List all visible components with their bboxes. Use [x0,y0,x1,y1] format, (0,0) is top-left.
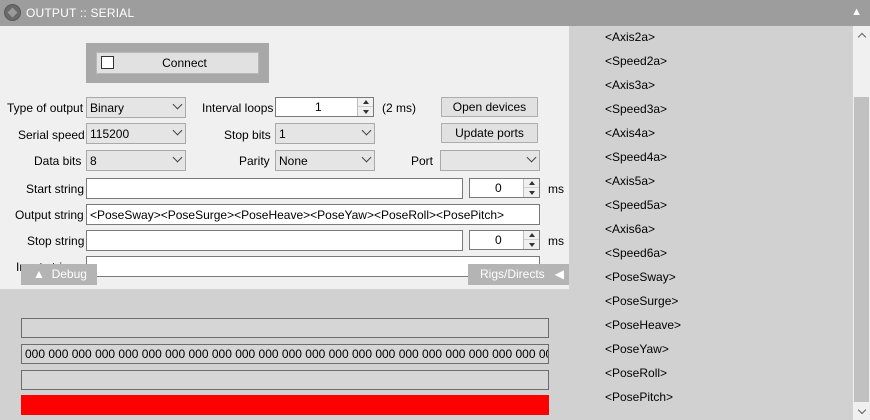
triangle-left-icon: ◀ [554,267,564,281]
vertical-scrollbar[interactable] [853,26,870,420]
interval-loops-stepper[interactable]: 1 [275,97,374,117]
scroll-down-icon[interactable] [853,403,870,420]
start-string-input[interactable] [86,178,463,199]
connect-button[interactable]: Connect [96,52,259,74]
interval-loops-value: 1 [315,100,322,114]
stop-delay-unit: ms [548,234,564,248]
scroll-up-icon[interactable] [853,26,870,43]
increment-icon[interactable] [524,231,539,240]
chevron-down-icon [172,99,183,110]
parity-select[interactable]: None [275,150,375,171]
connect-frame: Connect [86,43,269,83]
list-item[interactable]: <Speed2a> [605,54,667,68]
decrement-icon[interactable] [358,107,373,116]
port-label: Port [411,154,434,168]
type-of-output-label: Type of output [7,101,84,115]
chevron-down-icon [361,125,372,136]
increment-icon[interactable] [524,179,539,188]
tab-debug-label: Debug [51,267,87,281]
start-delay-unit: ms [548,182,564,196]
type-of-output-value: Binary [90,101,125,115]
list-item[interactable]: <PoseSurge> [605,294,678,308]
stop-bits-select[interactable]: 1 [275,123,375,144]
list-item[interactable]: <Speed6a> [605,246,667,260]
list-item[interactable]: <Speed5a> [605,198,667,212]
title-bar: OUTPUT :: SERIAL ▲ [0,0,870,26]
parity-label: Parity [239,154,270,168]
chevron-down-icon [526,152,537,163]
tab-debug[interactable]: ▲ Debug [21,264,97,285]
chevron-down-icon [361,152,372,163]
triangle-up-icon: ▲ [33,267,45,281]
start-string-label: Start string [26,182,85,196]
data-bits-select[interactable]: 8 [86,150,186,171]
stepper-buttons [523,179,539,197]
serial-settings-panel: Connect Type of output Binary Interval l… [0,26,569,420]
chevron-down-icon [172,125,183,136]
data-bits-value: 8 [90,154,97,168]
list-item[interactable]: <Axis6a> [605,222,655,236]
debug-error-indicator [21,395,549,415]
collapse-up-icon[interactable]: ▲ [851,6,862,18]
debug-output-bytes: 000 000 000 000 000 000 000 000 000 000 … [21,344,549,364]
decrement-icon[interactable] [524,188,539,197]
window-title: OUTPUT :: SERIAL [26,6,135,20]
chevron-down-icon [172,152,183,163]
stop-string-input[interactable] [86,230,463,251]
list-item[interactable]: <PosePitch> [605,390,673,404]
port-select[interactable] [440,150,540,171]
stop-delay-stepper[interactable]: 0 [469,230,540,250]
stepper-buttons [523,231,539,249]
list-item[interactable]: <PoseRoll> [605,366,667,380]
tab-rigs-label: Rigs/Directs [480,267,545,281]
tab-rigs-directs[interactable]: Rigs/Directs ◀ [468,264,569,285]
settings-form: Connect Type of output Binary Interval l… [0,26,569,289]
update-ports-button[interactable]: Update ports [441,123,538,143]
list-item[interactable]: <PoseHeave> [605,318,681,332]
decrement-icon[interactable] [524,240,539,249]
interval-ms-note: (2 ms) [382,101,416,115]
list-item[interactable]: <PoseSway> [605,270,676,284]
list-item[interactable]: <Axis5a> [605,174,655,188]
output-string-input[interactable]: <PoseSway><PoseSurge><PoseHeave><PoseYaw… [86,204,540,225]
stop-bits-value: 1 [279,127,286,141]
serial-speed-select[interactable]: 115200 [86,123,186,144]
scrollbar-thumb[interactable] [854,97,869,402]
stop-bits-label: Stop bits [224,128,271,142]
start-delay-value: 0 [495,181,502,195]
stepper-buttons [357,98,373,116]
serial-speed-value: 115200 [90,127,130,141]
start-delay-stepper[interactable]: 0 [469,178,540,198]
open-devices-button[interactable]: Open devices [441,97,538,117]
increment-icon[interactable] [358,98,373,107]
parity-value: None [279,154,308,168]
list-item[interactable]: <PoseYaw> [605,342,669,356]
list-item[interactable]: <Axis2a> [605,30,655,44]
output-string-label: Output string [15,208,84,222]
list-item[interactable]: <Axis3a> [605,78,655,92]
data-bits-label: Data bits [34,154,82,168]
list-item[interactable]: <Speed4a> [605,150,667,164]
debug-status-box [21,370,549,390]
list-item[interactable]: <Axis4a> [605,126,655,140]
debug-input-box [21,318,549,338]
stop-string-label: Stop string [27,234,85,248]
connect-label: Connect [162,56,207,70]
interval-loops-label: Interval loops [202,101,274,115]
serial-speed-label: Serial speed [18,128,85,142]
stop-delay-value: 0 [495,233,502,247]
list-item[interactable]: <Speed3a> [605,102,667,116]
app-logo-icon [4,4,21,21]
type-of-output-select[interactable]: Binary [86,97,186,118]
